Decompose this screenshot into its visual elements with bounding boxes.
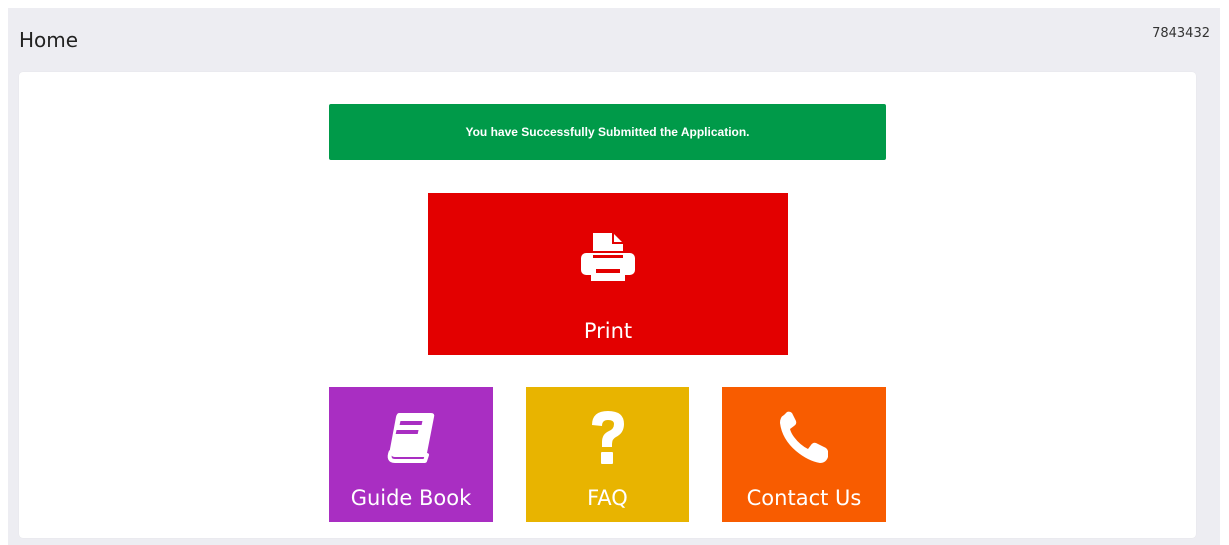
page-header: Home 7843432 (8, 8, 1220, 70)
page-title: Home (19, 28, 79, 52)
guide-book-button[interactable]: Guide Book (329, 387, 493, 522)
faq-button[interactable]: FAQ (526, 387, 689, 522)
faq-label: FAQ (587, 486, 628, 510)
success-alert: You have Successfully Submitted the Appl… (329, 104, 886, 160)
guide-book-label: Guide Book (350, 486, 472, 510)
reference-number: 7843432 (1152, 26, 1210, 41)
question-mark-icon (591, 411, 624, 464)
success-message: You have Successfully Submitted the Appl… (465, 125, 750, 139)
book-icon (387, 413, 435, 463)
phone-icon (780, 411, 828, 463)
page-background: Home 7843432 You have Successfully Submi… (8, 8, 1220, 545)
contact-us-label: Contact Us (746, 486, 862, 510)
contact-us-button[interactable]: Contact Us (722, 387, 886, 522)
printer-icon (581, 233, 635, 281)
print-button[interactable]: Print (428, 193, 788, 355)
print-label: Print (583, 319, 633, 343)
content-card: You have Successfully Submitted the Appl… (19, 72, 1196, 538)
